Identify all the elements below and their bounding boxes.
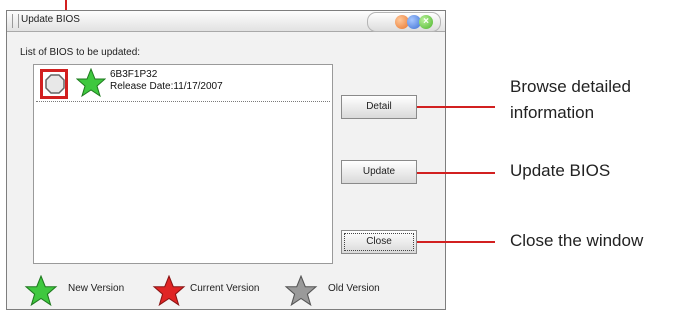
selection-marker xyxy=(40,69,68,99)
close-callout-line xyxy=(417,241,495,243)
close-icon[interactable]: × xyxy=(419,15,433,29)
list-item[interactable]: 6B3F1P32 Release Date:11/17/2007 xyxy=(36,67,330,102)
bios-name: 6B3F1P32 xyxy=(110,69,158,80)
detail-button[interactable]: Detail xyxy=(341,95,417,119)
old-version-star-icon xyxy=(284,275,318,307)
title-bar: Update BIOS × xyxy=(7,11,445,32)
window-grip-icon xyxy=(12,14,19,28)
legend-current-version: Current Version xyxy=(190,283,260,294)
new-version-star-icon xyxy=(24,275,58,307)
close-button[interactable]: Close xyxy=(341,230,417,254)
bios-release-date: Release Date:11/17/2007 xyxy=(110,81,223,92)
window-title: Update BIOS xyxy=(21,14,80,25)
detail-callout-line1: Browse detailed xyxy=(510,77,631,96)
update-button[interactable]: Update xyxy=(341,160,417,184)
window-controls: × xyxy=(367,12,441,32)
detail-callout-text: Browse detailed information xyxy=(510,74,631,126)
bios-list-label: List of BIOS to be updated: xyxy=(20,47,141,58)
legend-new-version: New Version xyxy=(68,283,125,294)
legend-old-version: Old Version xyxy=(328,283,380,294)
current-version-star-icon xyxy=(152,275,186,307)
detail-callout-line xyxy=(417,106,495,108)
selection-circle-icon[interactable] xyxy=(45,74,65,94)
bios-list[interactable]: 6B3F1P32 Release Date:11/17/2007 xyxy=(33,64,333,264)
close-callout-text: Close the window xyxy=(510,231,644,250)
update-callout-text: Update BIOS xyxy=(510,161,611,180)
new-version-star-icon xyxy=(76,68,106,98)
update-callout-line xyxy=(417,172,495,174)
detail-callout-line2: information xyxy=(510,103,595,122)
